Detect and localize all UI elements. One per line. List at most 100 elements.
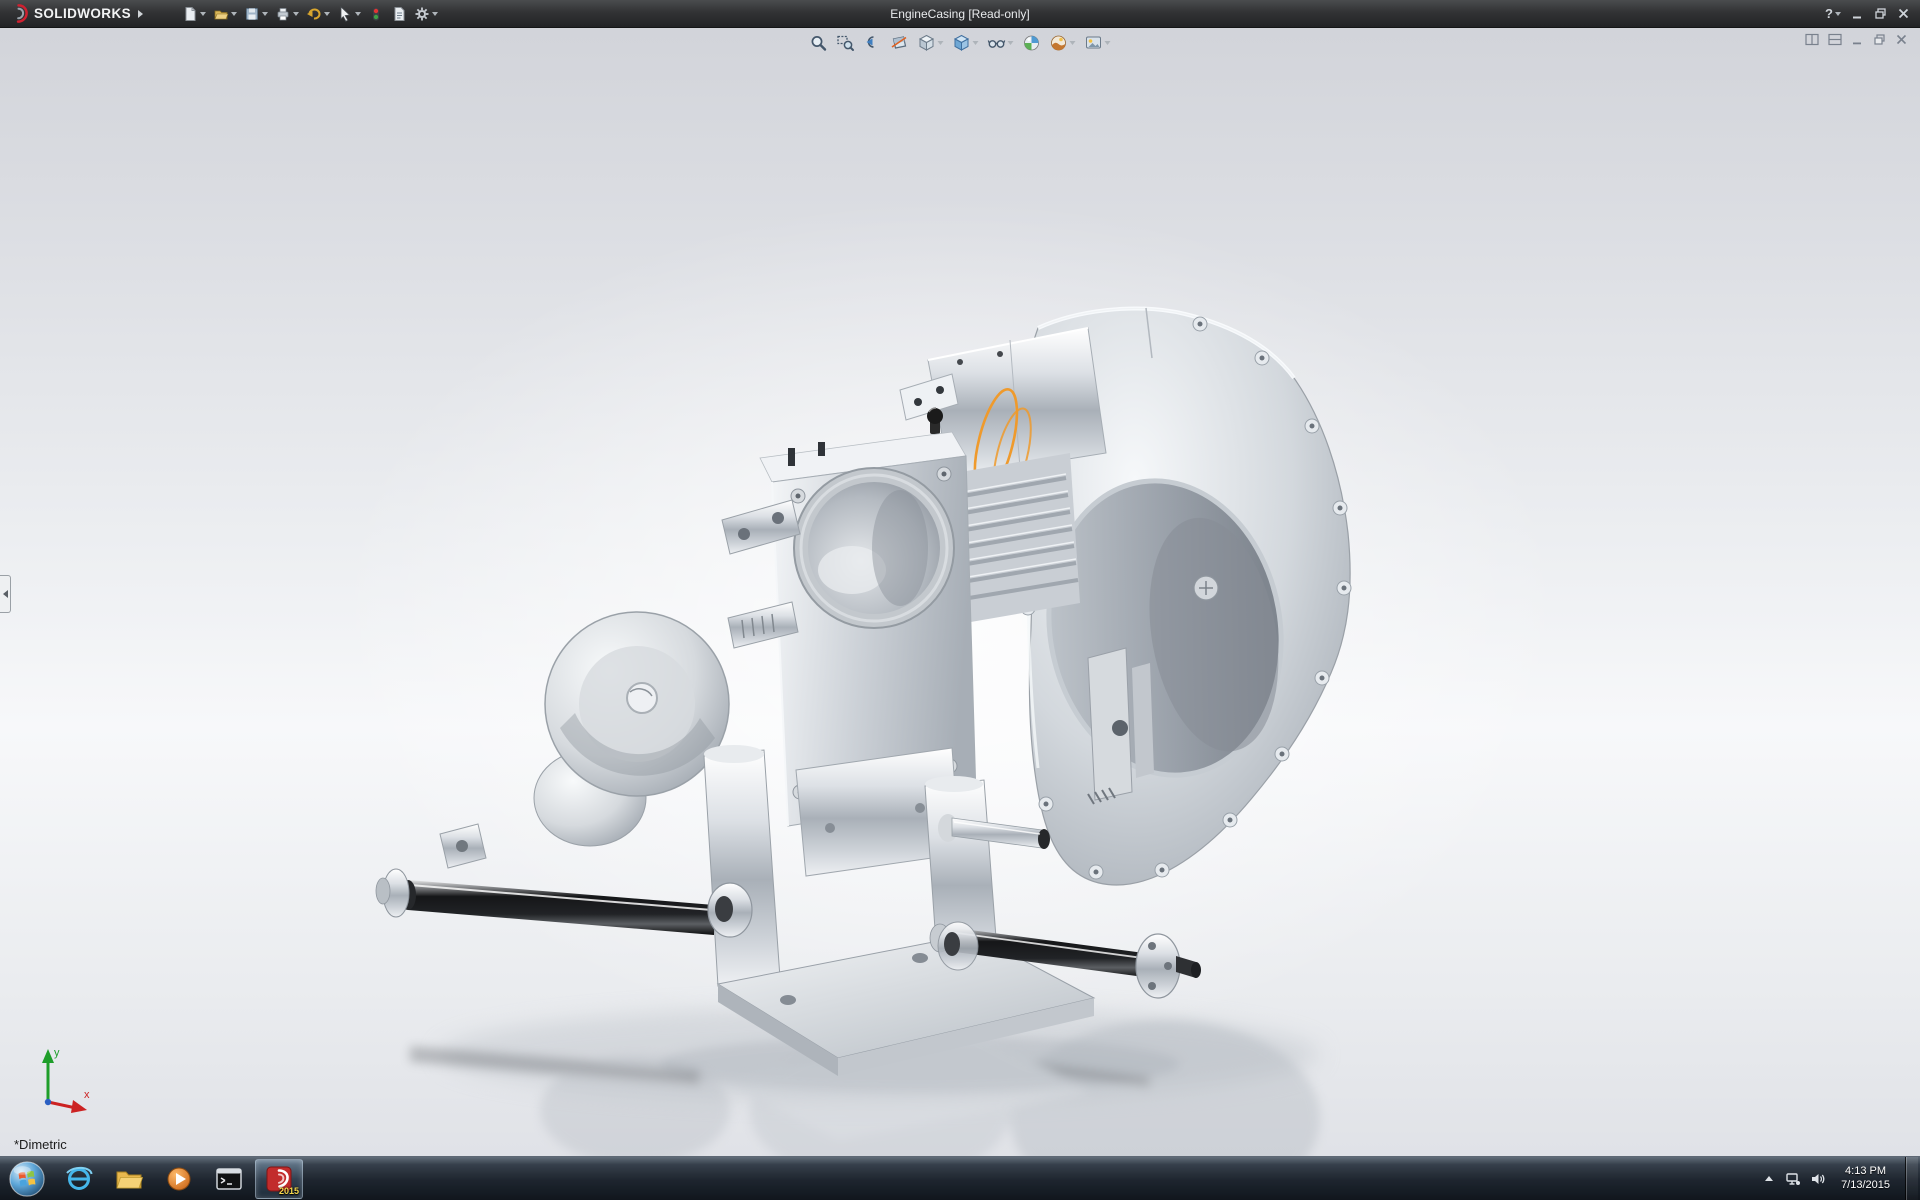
dropdown-caret-icon[interactable] [200, 12, 206, 16]
apply-scene-button[interactable] [1047, 31, 1079, 55]
dropdown-caret-icon[interactable] [1070, 41, 1076, 45]
rebuild-button[interactable] [365, 2, 387, 26]
expand-arrow-icon [3, 590, 8, 598]
z-axis-dot [45, 1099, 51, 1105]
show-hidden-icons-button[interactable] [1762, 1172, 1776, 1186]
taskbar-item-windows-media-player[interactable] [155, 1159, 203, 1199]
taskbar-item-windows-explorer[interactable] [105, 1159, 153, 1199]
close-icon [1897, 7, 1910, 20]
cylinder-bore[interactable] [794, 468, 954, 628]
taskbar-item-internet-explorer[interactable] [55, 1159, 103, 1199]
network-tray-button[interactable] [1785, 1171, 1801, 1187]
dropdown-caret-icon[interactable] [432, 12, 438, 16]
chevron-up-icon [1762, 1172, 1776, 1186]
solidworks-menu-logo[interactable]: SOLIDWORKS [0, 0, 153, 27]
save-icon [244, 6, 260, 22]
split-horizontal-button[interactable] [1805, 33, 1819, 46]
restore-button[interactable] [1874, 7, 1887, 20]
rebuild-stoplight-icon [368, 6, 384, 22]
network-icon [1785, 1171, 1801, 1187]
help-icon: ? [1825, 6, 1833, 21]
options-button[interactable] [411, 2, 441, 26]
menu-flyout-icon[interactable] [138, 10, 143, 18]
dropdown-caret-icon[interactable] [262, 12, 268, 16]
save-button[interactable] [241, 2, 271, 26]
restore-document-icon [1873, 33, 1886, 46]
featuremanager-expand-tab[interactable] [0, 575, 11, 613]
solidworks-version-badge: 2015 [279, 1186, 299, 1196]
edit-appearance-button[interactable] [1020, 31, 1044, 55]
options-gear-icon [414, 6, 430, 22]
previous-view-button[interactable] [861, 31, 885, 55]
clock-date: 7/13/2015 [1841, 1179, 1890, 1192]
minimize-document-button[interactable] [1851, 33, 1864, 46]
windows-taskbar: 2015 4:13 PM 7/13/2015 [0, 1156, 1920, 1200]
zoom-to-area-button[interactable] [834, 31, 858, 55]
undo-icon [306, 6, 322, 22]
dropdown-caret-icon[interactable] [1105, 41, 1111, 45]
start-button[interactable] [1, 1159, 53, 1199]
solidworks-desktop: { "titlebar": { "brand": "SOLIDWORKS", "… [0, 0, 1920, 1200]
apply-scene-icon [1050, 34, 1068, 52]
print-icon [275, 6, 291, 22]
headsup-view-toolbar [807, 31, 1114, 55]
window-title: EngineCasing [Read-only] [890, 7, 1029, 21]
volume-tray-button[interactable] [1810, 1171, 1826, 1187]
minimize-icon [1851, 7, 1864, 20]
minimize-button[interactable] [1851, 7, 1864, 20]
folder-icon [114, 1164, 144, 1194]
zoom-to-area-icon [837, 34, 855, 52]
dropdown-caret-icon[interactable] [324, 12, 330, 16]
brand-text: SOLIDWORKS [34, 6, 131, 21]
split-vertical-button[interactable] [1828, 33, 1842, 46]
dropdown-caret-icon[interactable] [1008, 41, 1014, 45]
help-button[interactable]: ? [1825, 6, 1841, 21]
dropdown-caret-icon[interactable] [355, 12, 361, 16]
dropdown-caret-icon[interactable] [973, 41, 979, 45]
internet-explorer-icon [64, 1164, 94, 1194]
view-settings-button[interactable] [1082, 31, 1114, 55]
split-vertical-icon [1828, 33, 1842, 46]
hide-show-items-button[interactable] [985, 31, 1017, 55]
file-properties-button[interactable] [388, 2, 410, 26]
edit-appearance-icon [1023, 34, 1041, 52]
view-orientation-button[interactable] [915, 31, 947, 55]
system-tray: 4:13 PM 7/13/2015 [1762, 1157, 1920, 1200]
taskbar-item-solidworks-2015[interactable]: 2015 [255, 1159, 303, 1199]
view-orientation-icon [918, 34, 936, 52]
dropdown-caret-icon[interactable] [231, 12, 237, 16]
display-style-button[interactable] [950, 31, 982, 55]
dropdown-caret-icon[interactable] [938, 41, 944, 45]
reference-triad: x y [14, 1036, 98, 1120]
dassault-swirl-icon [8, 3, 29, 24]
x-axis-label: x [84, 1089, 90, 1101]
select-button[interactable] [334, 2, 364, 26]
close-document-icon [1895, 33, 1908, 46]
new-document-icon [182, 6, 198, 22]
media-player-icon [164, 1164, 194, 1194]
open-document-button[interactable] [210, 2, 240, 26]
restore-icon [1874, 7, 1887, 20]
new-document-button[interactable] [179, 2, 209, 26]
section-view-icon [891, 34, 909, 52]
zoom-to-fit-button[interactable] [807, 31, 831, 55]
close-document-button[interactable] [1895, 33, 1908, 46]
taskbar-clock[interactable]: 4:13 PM 7/13/2015 [1835, 1165, 1896, 1191]
show-desktop-button[interactable] [1905, 1157, 1918, 1200]
dropdown-caret-icon[interactable] [293, 12, 299, 16]
y-axis-arrow [42, 1049, 54, 1063]
graphics-area[interactable]: x y *Dimetric [0, 28, 1920, 1156]
close-button[interactable] [1897, 7, 1910, 20]
minimize-document-icon [1851, 33, 1864, 46]
dropdown-caret-icon[interactable] [1835, 12, 1841, 16]
section-view-button[interactable] [888, 31, 912, 55]
windows-start-orb-icon [8, 1160, 46, 1198]
engine-casing-model[interactable] [0, 28, 1920, 1156]
cooling-fins[interactable] [955, 453, 1080, 623]
titlebar: SOLIDWORKS [0, 0, 1920, 28]
taskbar-item-command-prompt[interactable] [205, 1159, 253, 1199]
print-button[interactable] [272, 2, 302, 26]
restore-document-button[interactable] [1873, 33, 1886, 46]
undo-button[interactable] [303, 2, 333, 26]
split-horizontal-icon [1805, 33, 1819, 46]
